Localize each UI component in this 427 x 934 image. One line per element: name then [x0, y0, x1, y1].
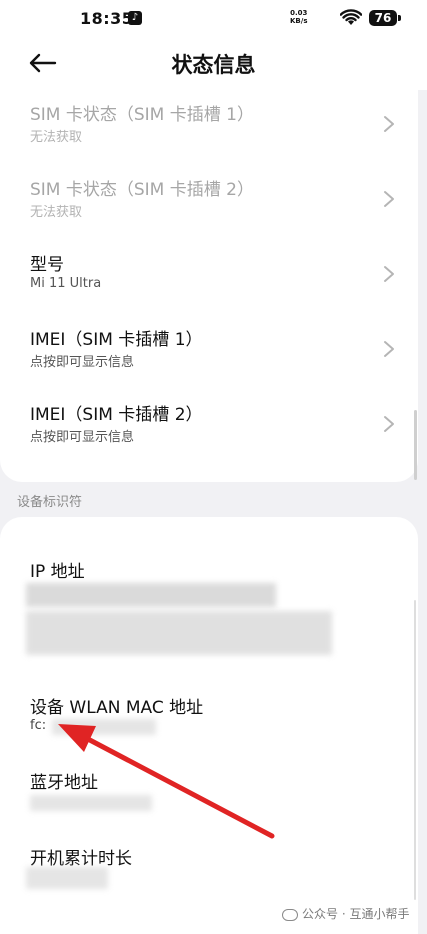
tiktok-icon: ♪ [128, 11, 142, 25]
row-title: SIM 卡状态（SIM 卡插槽 2） [30, 180, 254, 200]
battery-icon: 76 [369, 10, 397, 26]
chevron-right-icon [384, 116, 394, 132]
row-imei-slot-2[interactable]: IMEI（SIM 卡插槽 2） 点按即可显示信息 [0, 390, 418, 462]
bluetooth-address-redacted [30, 795, 152, 811]
status-bar: 18:35 ♪ 0.03 KB/s 76 [0, 0, 427, 38]
wlan-mac-title: 设备 WLAN MAC 地址 [30, 698, 204, 718]
wechat-icon [282, 908, 298, 921]
row-subtitle: 无法获取 [30, 205, 83, 220]
network-speed-value: 0.03 [290, 9, 308, 17]
scrollbar-track[interactable] [414, 600, 416, 900]
row-subtitle: 点按即可显示信息 [30, 355, 135, 370]
status-info-card: SIM 卡状态（SIM 卡插槽 1） 无法获取 SIM 卡状态（SIM 卡插槽 … [0, 90, 418, 482]
row-sim-status-slot-1[interactable]: SIM 卡状态（SIM 卡插槽 1） 无法获取 [0, 90, 418, 162]
watermark: 公众号 · 互通小帮手 [282, 905, 409, 922]
chevron-right-icon [384, 191, 394, 207]
row-sim-status-slot-2[interactable]: SIM 卡状态（SIM 卡插槽 2） 无法获取 [0, 165, 418, 237]
row-title: 型号 [30, 255, 64, 275]
chevron-right-icon [384, 341, 394, 357]
chevron-right-icon [384, 266, 394, 282]
uptime-redacted [26, 867, 108, 889]
uptime-title: 开机累计时长 [30, 849, 132, 869]
wlan-mac-value: fc: [30, 718, 47, 733]
scrollbar-thumb-top[interactable] [414, 410, 417, 480]
ip-address-redacted [26, 583, 276, 607]
battery-tip [398, 15, 401, 21]
row-imei-slot-1[interactable]: IMEI（SIM 卡插槽 1） 点按即可显示信息 [0, 315, 418, 387]
row-subtitle: 点按即可显示信息 [30, 430, 135, 445]
ip-address-title: IP 地址 [30, 562, 85, 582]
network-speed-unit: KB/s [290, 17, 308, 25]
row-subtitle: Mi 11 Ultra [30, 276, 102, 291]
bluetooth-address-title: 蓝牙地址 [30, 773, 98, 793]
ip-address-redacted [26, 611, 332, 655]
wlan-mac-redacted [52, 719, 156, 735]
device-identifiers-card: IP 地址 设备 WLAN MAC 地址 fc: 蓝牙地址 开机累计时长 [0, 517, 418, 934]
row-title: SIM 卡状态（SIM 卡插槽 1） [30, 105, 254, 125]
row-title: IMEI（SIM 卡插槽 2） [30, 405, 203, 425]
wifi-icon [340, 9, 362, 25]
row-title: IMEI（SIM 卡插槽 1） [30, 330, 203, 350]
section-label: 设备标识符 [17, 495, 83, 510]
page-title: 状态信息 [171, 53, 256, 77]
chevron-right-icon [384, 416, 394, 432]
watermark-text: 公众号 · 互通小帮手 [302, 907, 410, 921]
row-model[interactable]: 型号 Mi 11 Ultra [0, 240, 418, 312]
row-subtitle: 无法获取 [30, 130, 83, 145]
status-time: 18:35 [80, 9, 134, 28]
network-speed: 0.03 KB/s [290, 9, 307, 25]
app-header: 状态信息 [0, 38, 427, 90]
